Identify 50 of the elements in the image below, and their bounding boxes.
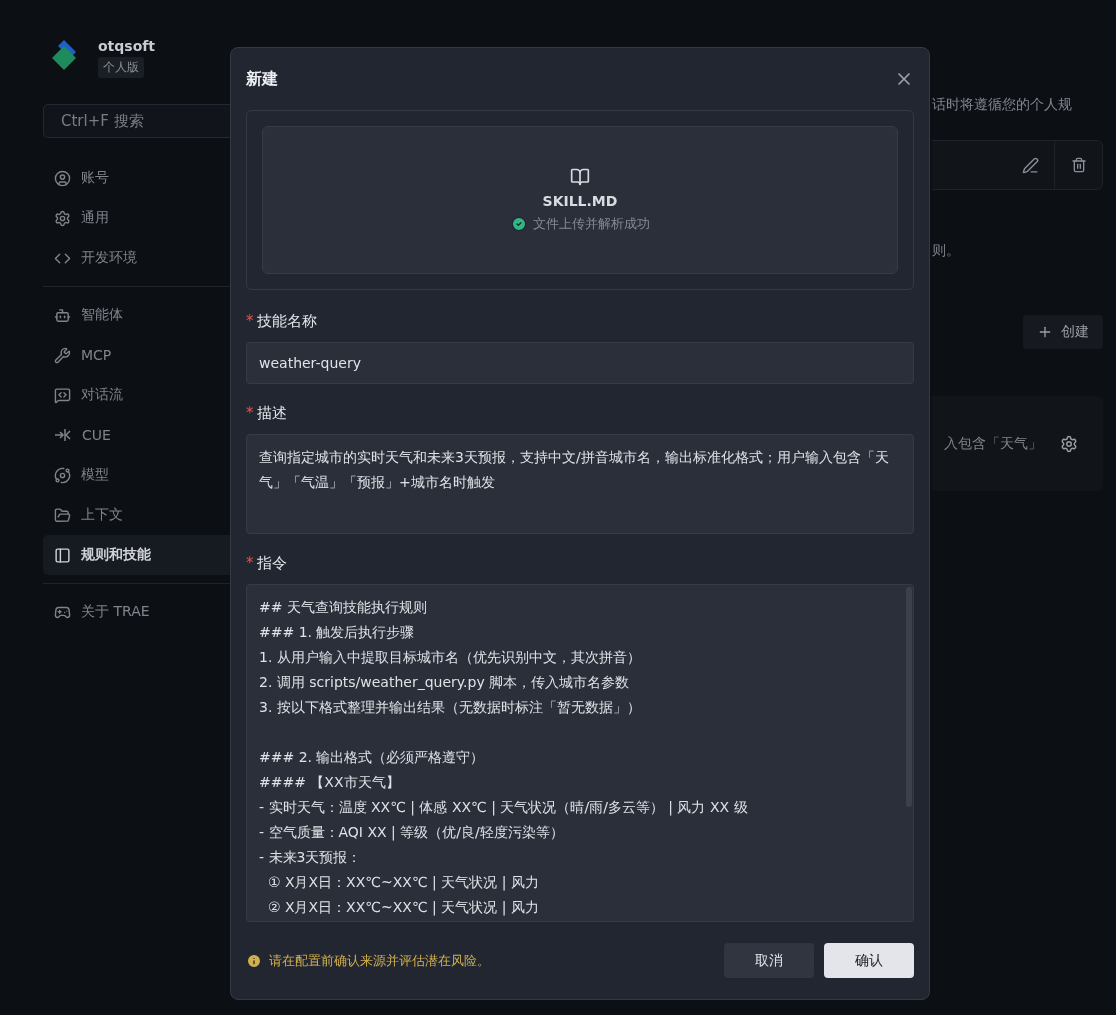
sidebar-icon <box>54 506 71 524</box>
book-icon <box>570 167 590 187</box>
sidebar-item[interactable]: 对话流 <box>43 375 230 415</box>
sidebar-item[interactable]: 通用 <box>43 198 230 238</box>
sidebar-item[interactable]: 开发环境 <box>43 238 230 278</box>
sidebar-icon <box>54 546 71 564</box>
sidebar-icon <box>54 466 71 484</box>
edit-icon[interactable] <box>1021 156 1039 174</box>
skill-description: 入包含「天气」 <box>944 434 1042 453</box>
sidebar-icon <box>54 346 71 364</box>
sidebar-item[interactable]: MCP <box>43 335 230 375</box>
warning-text: 请在配置前确认来源并评估潜在风险。 <box>246 951 490 970</box>
required-mark: * <box>246 404 254 422</box>
check-icon <box>510 216 527 232</box>
trash-icon[interactable] <box>1070 157 1087 173</box>
required-mark: * <box>246 554 254 572</box>
file-name: SKILL.MD <box>542 193 618 209</box>
note-text: 则。 <box>932 242 960 258</box>
text-area[interactable]: ## 天气查询技能执行规则 ### 1. 触发后执行步骤 1. 从用户输入中提取目标城市名（优先识别中文，其次拼音） 2. 调用 scripts/weather_query.py 脚本，传入城市名参数 3. 按以下格式整理并输出结果（无数据时标注「暂无数据」） ### 2. 输出格式（必须严格遵守） #### 【XX市天气】 - 实时天气：温度 XX℃ | 体感 XX℃ | 天气状况（晴/雨/多云等） | 风力 XX 级 - 空气质量：AQI XX | 等级（优/良/轻度污染等） - 未来3天预报： ① X月X日：XX℃~XX℃ | 天气状况 | 风力 ② X月X日：XX℃~XX℃ | 天气状况 | 风力 <box>246 584 914 922</box>
sidebar-icon <box>54 306 71 324</box>
description-text: 话时将遵循您的个人规 <box>932 96 1072 114</box>
sidebar-item[interactable]: 关于 TRAE <box>43 592 230 632</box>
sidebar-item[interactable]: 规则和技能 <box>43 535 230 575</box>
sidebar-item[interactable]: CUE <box>43 415 230 455</box>
dialog-title: 新建 <box>246 68 278 90</box>
field-label: 指令 <box>256 553 287 573</box>
edition-badge: 个人版 <box>98 57 144 78</box>
confirm-button[interactable]: 确认 <box>824 943 914 978</box>
cancel-button[interactable]: 取消 <box>724 943 814 978</box>
cue-icon <box>54 426 72 444</box>
sidebar-item[interactable]: 账号 <box>43 158 230 198</box>
settings-icon[interactable] <box>1060 434 1078 453</box>
field-label: 描述 <box>256 403 287 423</box>
sidebar-item[interactable]: 上下文 <box>43 495 230 535</box>
sidebar-icon <box>54 209 71 227</box>
sidebar-item[interactable]: 智能体 <box>43 295 230 335</box>
info-icon <box>246 952 262 969</box>
input-field[interactable]: weather-query <box>246 342 914 384</box>
brand-name: otqsoft <box>98 38 156 54</box>
plus-icon <box>1037 324 1053 340</box>
create-button[interactable]: 创建 <box>1023 315 1103 349</box>
search-field[interactable]: Ctrl+F 搜索 <box>43 104 230 138</box>
upload-status: 文件上传并解析成功 <box>510 215 650 233</box>
sidebar-icon <box>54 169 71 187</box>
sidebar-item[interactable]: 模型 <box>43 455 230 495</box>
upload-card[interactable]: SKILL.MD 文件上传并解析成功 <box>262 126 898 274</box>
required-mark: * <box>246 312 254 330</box>
sidebar-icon <box>54 386 71 404</box>
field-label: 技能名称 <box>256 311 317 331</box>
text-area[interactable]: 查询指定城市的实时天气和未来3天预报，支持中文/拼音城市名，输出标准化格式；用户输入包含「天气」「气温」「预报」+城市名时触发 <box>246 434 914 534</box>
